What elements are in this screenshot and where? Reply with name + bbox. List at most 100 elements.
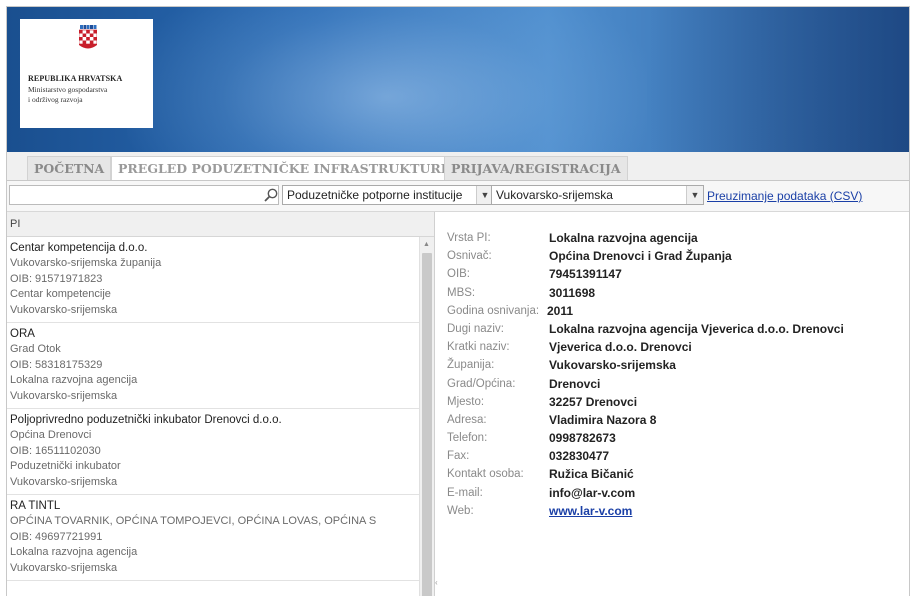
detail-row-short-name: Kratki naziv: Vjeverica d.o.o. Drenovci [447, 338, 907, 356]
detail-row-place: Mjesto: 32257 Drenovci [447, 393, 907, 411]
list-item-title: Centar kompetencija d.o.o. [10, 242, 148, 254]
detail-label: E-mail: [447, 486, 483, 499]
detail-value: Ružica Bičanić [549, 467, 634, 482]
category-select[interactable]: Poduzetničke potporne institucije ▼ [282, 185, 494, 205]
list-item-founder: Grad Otok [10, 343, 61, 355]
detail-value: Općina Drenovci i Grad Županja [549, 249, 732, 264]
logo-ministry: Ministarstvo gospodarstva [28, 85, 108, 94]
detail-row-oib: OIB: 79451391147 [447, 265, 907, 283]
detail-label: Županija: [447, 359, 495, 372]
search-input[interactable] [9, 185, 279, 205]
detail-label: Vrsta PI: [447, 232, 491, 244]
list-item-county: Vukovarsko-srijemska [10, 475, 118, 488]
detail-label: Mjesto: [447, 395, 485, 408]
list-item[interactable]: Poljoprivredno poduzetnički inkubator Dr… [7, 409, 419, 495]
list-scrollbar[interactable]: ▲ [419, 237, 434, 596]
detail-row-county: Županija: Vukovarsko-srijemska [447, 356, 907, 374]
detail-label: Web: [447, 504, 474, 517]
list-item-oib: OIB: 16511102030 [10, 444, 101, 457]
list-item-county: Vukovarsko-srijemska [10, 561, 118, 574]
list-item-type: Lokalna razvojna agencija [10, 546, 138, 558]
list-item[interactable]: RA TINTL OPĆINA TOVARNIK, OPĆINA TOMPOJE… [7, 495, 419, 581]
detail-row-founding-year: Godina osnivanja: 2011 [447, 302, 907, 320]
detail-row-email: E-mail: info@lar-v.com [447, 484, 907, 502]
list-item-oib: OIB: 49697721991 [10, 530, 103, 543]
detail-value: 79451391147 [549, 267, 622, 282]
detail-row-long-name: Dugi naziv: Lokalna razvojna agencija Vj… [447, 320, 907, 338]
list-item-county: Vukovarsko-srijemska [10, 389, 118, 402]
institution-list: Centar kompetencija d.o.o. Vukovarsko-sr… [7, 237, 419, 596]
detail-value: 032830477 [549, 449, 610, 464]
detail-label: Osnivač: [447, 250, 492, 263]
county-select-value: Vukovarsko-srijemska [496, 188, 613, 202]
list-item-type: Poduzetnički inkubator [10, 460, 121, 472]
detail-row-phone: Telefon: 0998782673 [447, 429, 907, 447]
list-item-founder: Vukovarsko-srijemska županija [10, 257, 162, 269]
detail-label: OIB: [447, 268, 471, 281]
detail-value: 32257 Drenovci [549, 394, 638, 409]
tab-infrastructure-overview[interactable]: PREGLED PODUZETNIČKE INFRASTRUKTURE [111, 156, 458, 180]
detail-label: Grad/Općina: [447, 377, 516, 390]
detail-value[interactable]: info@lar-v.com [549, 484, 635, 502]
filter-toolbar: Poduzetničke potporne institucije ▼ Vuko… [7, 181, 909, 212]
category-select-value: Poduzetničke potporne institucije [287, 188, 463, 202]
detail-value: 0998782673 [549, 431, 616, 446]
detail-label: Fax: [447, 450, 470, 463]
scrollbar-thumb[interactable] [422, 253, 432, 596]
detail-row-founder: Osnivač: Općina Drenovci i Grad Županja [447, 247, 907, 265]
list-item-title: ORA [10, 328, 35, 340]
detail-row-mbs: MBS: 3011698 [447, 284, 907, 302]
croatian-coat-of-arms-icon [79, 25, 97, 49]
list-item-founder: OPĆINA TOVARNIK, OPĆINA TOMPOJEVCI, OPĆI… [10, 515, 377, 527]
detail-value: 3011698 [549, 285, 596, 300]
csv-download-link[interactable]: Preuzimanje podataka (CSV) [707, 189, 862, 203]
detail-label: Adresa: [447, 413, 487, 426]
main-tabs: POČETNA PREGLED PODUZETNIČKE INFRASTRUKT… [7, 152, 909, 181]
detail-row-municipality: Grad/Općina: Drenovci [447, 375, 907, 393]
website-link[interactable]: www.lar-v.com [549, 504, 632, 518]
detail-row-contact-person: Kontakt osoba: Ružica Bičanić [447, 465, 907, 483]
list-header: PI [7, 212, 434, 237]
header-glow [127, 7, 647, 152]
list-item-title: RA TINTL [10, 500, 61, 512]
detail-label: Kratki naziv: [447, 341, 510, 354]
list-item-oib: OIB: 58318175329 [10, 358, 103, 371]
list-item[interactable]: Centar kompetencija d.o.o. Vukovarsko-sr… [7, 237, 419, 323]
ministry-logo[interactable]: REPUBLIKA HRVATSKA Ministarstvo gospodar… [20, 19, 153, 128]
logo-country: REPUBLIKA HRVATSKA [28, 74, 123, 83]
institution-details: Vrsta PI: Lokalna razvojna agencija Osni… [447, 229, 907, 520]
detail-value: www.lar-v.com [549, 502, 632, 520]
detail-value: Lokalna razvojna agencija Vjeverica d.o.… [549, 321, 844, 336]
list-item-type: Centar kompetencije [10, 288, 111, 300]
detail-row-type: Vrsta PI: Lokalna razvojna agencija [447, 229, 907, 247]
chevron-down-icon: ▼ [686, 186, 703, 204]
list-item-founder: Općina Drenovci [10, 429, 92, 441]
detail-value: 2011 [547, 303, 574, 318]
scroll-up-icon[interactable]: ▲ [423, 241, 430, 248]
logo-ministry-2: i održivog razvoja [28, 95, 83, 104]
list-item-oib: OIB: 91571971823 [10, 272, 103, 285]
splitter-collapse-icon[interactable]: ‹ [435, 578, 438, 587]
list-item[interactable]: ORA Grad Otok OIB: 58318175329 Lokalna r… [7, 323, 419, 409]
detail-label: Telefon: [447, 432, 488, 445]
detail-row-address: Adresa: Vladimira Nazora 8 [447, 411, 907, 429]
detail-row-web: Web: www.lar-v.com [447, 502, 907, 520]
detail-value: Drenovci [549, 376, 601, 391]
detail-value: Vladimira Nazora 8 [549, 412, 657, 427]
detail-row-fax: Fax: 032830477 [447, 447, 907, 465]
app-window: REPUBLIKA HRVATSKA Ministarstvo gospodar… [6, 6, 910, 596]
list-item-type: Lokalna razvojna agencija [10, 374, 138, 386]
detail-value: Vukovarsko-srijemska [549, 358, 676, 373]
search-icon[interactable] [263, 187, 279, 203]
list-item-county: Vukovarsko-srijemska [10, 303, 118, 316]
detail-value: Lokalna razvojna agencija [549, 231, 698, 245]
list-item-title: Poljoprivredno poduzetnički inkubator Dr… [10, 414, 282, 426]
institution-list-panel: PI Centar kompetencija d.o.o. Vukovarsko… [7, 212, 435, 596]
detail-label: MBS: [447, 286, 476, 299]
header-shade [649, 7, 909, 152]
tab-login-registration[interactable]: PRIJAVA/REGISTRACIJA [444, 156, 628, 180]
detail-label: Kontakt osoba: [447, 468, 524, 481]
detail-value: Vjeverica d.o.o. Drenovci [549, 340, 692, 355]
county-select[interactable]: Vukovarsko-srijemska ▼ [491, 185, 704, 205]
tab-home[interactable]: POČETNA [27, 156, 112, 180]
